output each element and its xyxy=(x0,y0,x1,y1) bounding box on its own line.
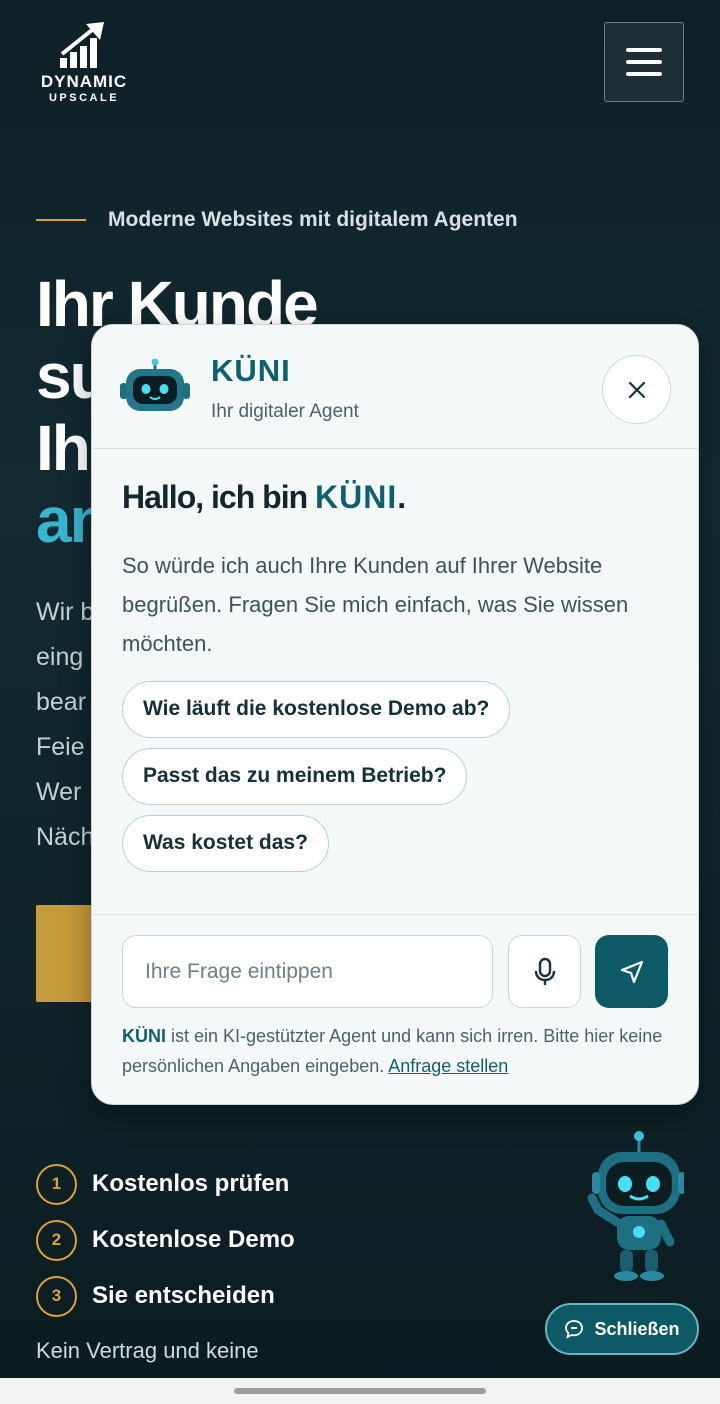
send-icon xyxy=(620,960,643,983)
chat-close-button[interactable] xyxy=(602,355,671,424)
chat-header: KÜNI Ihr digitaler Agent xyxy=(92,325,698,449)
suggestion-chip[interactable]: Wie läuft die kostenlose Demo ab? xyxy=(122,681,511,738)
logo-text-upscale: UPSCALE xyxy=(48,92,120,104)
step-number: 3 xyxy=(36,1275,77,1317)
close-chat-label: Schließen xyxy=(594,1318,680,1339)
chat-panel: KÜNI Ihr digitaler Agent Hallo, ich bin … xyxy=(91,324,699,1105)
hamburger-icon-line xyxy=(626,48,662,52)
chat-question-input[interactable] xyxy=(122,935,493,1008)
hero-eyebrow: Moderne Websites mit digitalem Agenten xyxy=(36,208,518,232)
disclaimer-agent-name: KÜNI xyxy=(122,1026,166,1046)
close-icon xyxy=(628,381,645,398)
hamburger-menu-button[interactable] xyxy=(604,22,684,102)
logo-text-dynamic: DYNAMIC xyxy=(40,72,128,91)
inquiry-link[interactable]: Anfrage stellen xyxy=(388,1056,508,1076)
robot-avatar-icon xyxy=(120,358,190,420)
close-chat-button[interactable]: Schließen xyxy=(545,1303,699,1355)
footnote-text: Kein Vertrag und keine xyxy=(36,1338,259,1363)
greeting-name: KÜNI xyxy=(315,479,398,515)
step-label: Kostenlos prüfen xyxy=(92,1170,290,1197)
system-navigation-bar xyxy=(0,1378,720,1404)
suggestion-chip[interactable]: Was kostet das? xyxy=(122,815,329,872)
step-number: 1 xyxy=(36,1163,77,1205)
hamburger-icon-line xyxy=(626,60,662,64)
steps-list: 1 Kostenlos prüfen 2 Kostenlose Demo 3 S… xyxy=(36,1156,295,1324)
suggestion-chips: Wie läuft die kostenlose Demo ab? Passt … xyxy=(122,681,672,882)
hamburger-icon-line xyxy=(626,72,662,76)
step-label: Sie entscheiden xyxy=(92,1282,275,1309)
chat-greeting: Hallo, ich bin KÜNI. xyxy=(122,479,672,516)
greeting-prefix: Hallo, ich bin xyxy=(122,479,316,515)
chat-bubble-icon xyxy=(565,1320,584,1339)
logo-chart-icon xyxy=(60,22,104,68)
greeting-suffix: . xyxy=(397,479,406,515)
send-button[interactable] xyxy=(595,935,668,1008)
eyebrow-text: Moderne Websites mit digitalem Agenten xyxy=(108,208,518,231)
chat-agent-name: KÜNI xyxy=(211,353,291,388)
chat-disclaimer: KÜNI ist ein KI-gestützter Agent und kan… xyxy=(122,1021,672,1081)
eyebrow-line xyxy=(36,219,86,221)
logo[interactable]: DYNAMIC UPSCALE xyxy=(34,20,134,104)
chat-agent-subtitle: Ihr digitaler Agent xyxy=(211,401,359,422)
chat-footer: KÜNI ist ein KI-gestützter Agent und kan… xyxy=(92,914,698,1104)
chat-intro-text: So würde ich auch Ihre Kunden auf Ihrer … xyxy=(122,553,629,656)
step-item: 1 Kostenlos prüfen xyxy=(36,1156,295,1212)
chat-body: Hallo, ich bin KÜNI. So würde ich auch I… xyxy=(122,479,672,882)
step-item: 3 Sie entscheiden xyxy=(36,1268,295,1324)
microphone-button[interactable] xyxy=(508,935,581,1008)
home-gesture-handle[interactable] xyxy=(234,1388,486,1394)
step-number: 2 xyxy=(36,1219,77,1261)
robot-mascot-icon[interactable] xyxy=(584,1130,686,1287)
suggestion-chip[interactable]: Passt das zu meinem Betrieb? xyxy=(122,748,468,805)
microphone-icon xyxy=(534,957,555,985)
step-item: 2 Kostenlose Demo xyxy=(36,1212,295,1268)
step-label: Kostenlose Demo xyxy=(92,1226,295,1253)
